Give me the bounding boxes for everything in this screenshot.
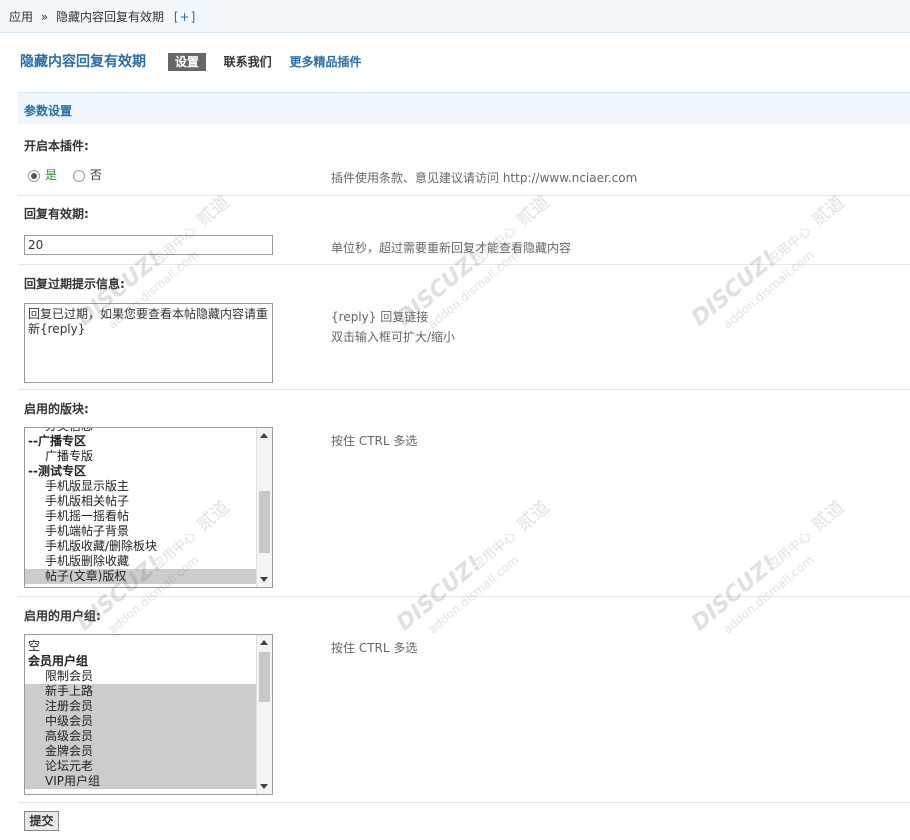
svg-text:贰道: 贰道 <box>193 192 234 231</box>
duration-tip: 单位秒，超过需要重新回复才能查看隐藏内容 <box>331 241 572 255</box>
divider <box>18 596 910 597</box>
svg-text:贰道: 贰道 <box>808 497 849 536</box>
breadcrumb-current: 隐藏内容回复有效期 <box>56 10 165 24</box>
enable-label: 开启本插件: <box>24 139 89 153</box>
forums-tip: 按住 CTRL 多选 <box>331 434 418 448</box>
usergroups-option[interactable]: VIP用户组 <box>25 774 257 789</box>
svg-text:应用中心: 应用中心 <box>764 223 814 269</box>
enable-radio-group: 是 否 <box>28 166 102 183</box>
enable-no-radio[interactable] <box>72 169 85 182</box>
scroll-thumb[interactable] <box>259 652 270 702</box>
svg-text:贰道: 贰道 <box>513 192 554 231</box>
usergroups-option[interactable]: 注册会员 <box>25 699 257 714</box>
usergroups-multiselect[interactable]: 空会员用户组 限制会员 新手上路 注册会员 中级会员 高级会员 金牌会员 论坛元老 VIP用户组 <box>24 634 273 795</box>
scroll-down-icon[interactable] <box>260 577 268 582</box>
forums-option[interactable]: --广播专区 <box>25 434 257 449</box>
forums-scrollbar[interactable] <box>256 428 272 587</box>
forums-option[interactable]: 手机版删除收藏 <box>25 554 257 569</box>
divider <box>18 802 910 803</box>
svg-text:DISCUZ!: DISCUZ! <box>392 551 486 636</box>
scroll-thumb[interactable] <box>259 491 270 553</box>
svg-text:addon.dismall.com: addon.dismall.com <box>720 553 816 637</box>
usergroups-option[interactable]: 新手上路 <box>25 684 257 699</box>
forums-option[interactable]: 手机版相关帖子 <box>25 494 257 509</box>
svg-text:DISCUZ!: DISCUZ! <box>687 246 781 331</box>
usergroups-option[interactable]: 金牌会员 <box>25 744 257 759</box>
usergroups-scrollbar[interactable] <box>256 635 272 794</box>
svg-text:贰道: 贰道 <box>808 192 849 231</box>
svg-text:贰道: 贰道 <box>513 497 554 536</box>
usergroups-option[interactable]: 论坛元老 <box>25 759 257 774</box>
tab-contact[interactable]: 联系我们 <box>224 55 272 69</box>
forums-option[interactable]: 分类信息 <box>25 428 257 434</box>
section-header: 参数设置 <box>18 92 910 124</box>
forums-option[interactable]: 手机版收藏/删除板块 <box>25 539 257 554</box>
tab-more-plugins[interactable]: 更多精品插件 <box>290 55 362 69</box>
breadcrumb-root[interactable]: 应用 <box>9 10 33 24</box>
divider <box>18 389 910 390</box>
duration-label: 回复有效期: <box>24 207 89 221</box>
enable-yes-label[interactable]: 是 <box>45 168 57 182</box>
breadcrumb-separator: » <box>40 10 49 24</box>
usergroups-label: 启用的用户组: <box>24 609 101 623</box>
forums-option[interactable]: 帖子(文章)版权 <box>25 569 257 584</box>
plugin-title: 隐藏内容回复有效期 <box>20 54 146 70</box>
usergroups-option[interactable]: 高级会员 <box>25 729 257 744</box>
usergroups-option[interactable]: 空 <box>25 639 257 654</box>
forums-option-list: 分类信息--广播专区广播专版--测试专区手机版显示版主手机版相关帖子手机摇一摇看… <box>25 428 257 584</box>
add-shortcut-button[interactable]: [+] <box>174 10 196 24</box>
usergroups-option[interactable]: 会员用户组 <box>25 654 257 669</box>
expired-msg-label: 回复过期提示信息: <box>24 277 125 291</box>
forums-label: 启用的版块: <box>24 402 89 416</box>
usergroups-option[interactable]: 中级会员 <box>25 714 257 729</box>
enable-no-label[interactable]: 否 <box>90 168 102 182</box>
tab-settings[interactable]: 设置 <box>167 53 206 71</box>
svg-text:DISCUZ!: DISCUZ! <box>687 551 781 636</box>
watermark-logo: DISCUZ! 应用中心 贰道 addon.dismall.com <box>687 192 849 332</box>
forums-option[interactable]: 广播专版 <box>25 449 257 464</box>
submit-button[interactable]: 提交 <box>24 811 59 831</box>
svg-text:应用中心: 应用中心 <box>764 528 814 574</box>
divider <box>18 195 910 196</box>
breadcrumb: 应用 » 隐藏内容回复有效期 [+] <box>0 0 910 33</box>
forums-option[interactable]: 手机摇一摇看帖 <box>25 509 257 524</box>
usergroups-option[interactable]: 限制会员 <box>25 669 257 684</box>
watermark-logo: DISCUZ! 应用中心 贰道 addon.dismall.com <box>687 497 849 637</box>
enable-tip: 插件使用条款、意见建议请访问 http://www.nciaer.com <box>331 171 638 185</box>
forums-option[interactable]: 手机端帖子背景 <box>25 524 257 539</box>
expired-msg-tip: {reply} 回复链接 <box>331 310 429 324</box>
plugin-nav: 隐藏内容回复有效期 设置 联系我们 更多精品插件 <box>20 51 376 71</box>
scroll-down-icon[interactable] <box>260 784 268 789</box>
enable-yes-radio[interactable] <box>28 169 40 182</box>
svg-text:addon.dismall.com: addon.dismall.com <box>720 248 816 332</box>
usergroups-option-list: 空会员用户组 限制会员 新手上路 注册会员 中级会员 高级会员 金牌会员 论坛元老 VIP用户组 <box>25 639 257 789</box>
watermark-logo: DISCUZ! 应用中心 贰道 addon.dismall.com <box>392 497 554 637</box>
expired-msg-tip-2: 双击输入框可扩大/缩小 <box>331 330 456 344</box>
divider <box>18 264 910 265</box>
duration-input[interactable]: 20 <box>24 235 273 255</box>
svg-text:addon.dismall.com: addon.dismall.com <box>425 248 521 332</box>
scroll-up-icon[interactable] <box>260 640 268 645</box>
svg-text:应用中心: 应用中心 <box>469 528 519 574</box>
forums-option[interactable]: --测试专区 <box>25 464 257 479</box>
forums-multiselect[interactable]: 分类信息--广播专区广播专版--测试专区手机版显示版主手机版相关帖子手机摇一摇看… <box>24 427 273 588</box>
expired-msg-textarea[interactable]: 回复已过期，如果您要查看本帖隐藏内容请重新{reply} <box>24 303 273 383</box>
scroll-up-icon[interactable] <box>260 433 268 438</box>
forums-option[interactable]: 手机版显示版主 <box>25 479 257 494</box>
svg-text:addon.dismall.com: addon.dismall.com <box>425 553 521 637</box>
usergroups-tip: 按住 CTRL 多选 <box>331 641 418 655</box>
